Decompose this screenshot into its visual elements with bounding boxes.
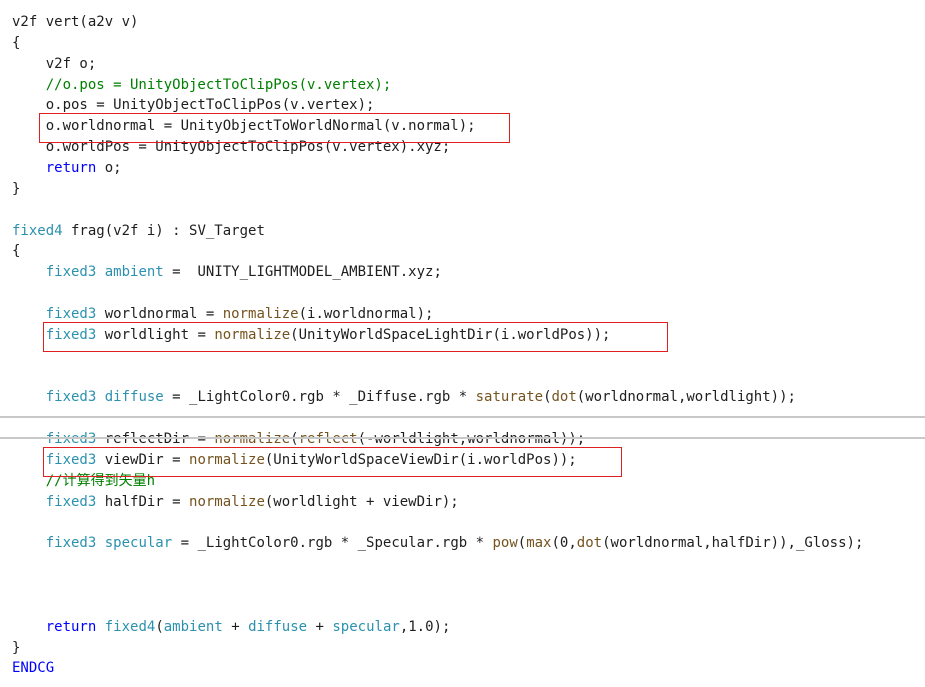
- function-token: normalize: [214, 431, 291, 447]
- code-text: (: [543, 389, 552, 406]
- code-text: (: [290, 431, 299, 447]
- code-text: v2f vert(a2v v): [12, 14, 139, 30]
- code-text: o.worldPos = UnityObjectToClipPos(v.vert…: [12, 139, 451, 156]
- code-text: (-worldlight,worldnormal));: [357, 431, 586, 447]
- code-line: //o.pos = UnityObjectToClipPos(v.vertex)…: [12, 75, 392, 96]
- code-text: (worldlight + viewDir);: [264, 493, 459, 510]
- code-line: o.worldnormal = UnityObjectToWorldNormal…: [12, 116, 476, 137]
- keyword-token: ENDCG: [12, 660, 55, 677]
- type-token: diffuse: [104, 389, 164, 406]
- code-text: (0,: [551, 535, 577, 552]
- code-line: fixed3 halfDir = normalize(worldlight + …: [12, 492, 459, 513]
- code-line: v2f o;: [12, 54, 97, 75]
- code-line: fixed3 diffuse = _LightColor0.rgb * _Dif…: [12, 387, 796, 408]
- code-text: o;: [96, 159, 122, 176]
- code-text: (: [517, 535, 527, 552]
- code-text: ,1.0);: [399, 618, 451, 635]
- code-text: {: [12, 34, 21, 51]
- type-token: specular: [332, 618, 400, 635]
- code-line: fixed3 worldnormal = normalize(i.worldno…: [12, 304, 434, 325]
- type-token: fixed3: [12, 451, 97, 468]
- code-text: {: [12, 243, 21, 260]
- code-text: o.pos = UnityObjectToClipPos(v.vertex);: [12, 97, 375, 114]
- code-text: = _LightColor0.rgb * _Specular.rgb *: [172, 535, 493, 552]
- code-text: +: [307, 618, 333, 635]
- type-token: fixed3: [12, 431, 97, 447]
- code-text: o.worldnormal = UnityObjectToWorldNormal…: [12, 118, 476, 135]
- code-line: fixed4 frag(v2f i) : SV_Target: [12, 221, 265, 242]
- type-token: fixed3: [12, 264, 97, 281]
- function-token: dot: [576, 535, 603, 552]
- code-line: {: [12, 33, 20, 54]
- type-token: fixed3: [12, 535, 97, 552]
- function-token: dot: [551, 389, 577, 406]
- function-token: normalize: [189, 493, 265, 510]
- function-token: normalize: [189, 451, 265, 468]
- code-text: (UnityWorldSpaceViewDir(i.worldPos));: [264, 451, 577, 468]
- code-line: fixed3 specular = _LightColor0.rgb * _Sp…: [12, 533, 864, 554]
- function-token: normalize: [214, 326, 291, 343]
- code-editor[interactable]: v2f vert(a2v v) { v2f o; //o.pos = UnityO…: [0, 0, 925, 687]
- code-text: worldnormal =: [96, 305, 223, 322]
- editor-divider: [0, 437, 925, 439]
- type-token: specular: [104, 535, 173, 552]
- comment-token: //计算得到矢量h: [12, 472, 156, 489]
- type-token: diffuse: [248, 618, 308, 635]
- code-text: }: [12, 180, 21, 197]
- code-text: (: [155, 618, 164, 635]
- type-token: fixed3: [12, 326, 97, 343]
- function-token: saturate: [475, 389, 544, 406]
- code-line: {: [12, 241, 20, 262]
- function-token: max: [526, 535, 552, 552]
- code-text: (i.worldnormal);: [298, 305, 434, 322]
- comment-token: //o.pos = UnityObjectToClipPos(v.vertex)…: [12, 76, 392, 93]
- code-line: v2f vert(a2v v): [12, 12, 138, 33]
- code-text: (worldnormal,worldlight));: [576, 389, 796, 406]
- code-line: fixed3 reflectDir = normalize(reflect(-w…: [12, 429, 586, 450]
- code-line: ENDCG: [12, 658, 54, 679]
- code-text: (UnityWorldSpaceLightDir(i.worldPos));: [290, 326, 611, 343]
- keyword-token: return: [12, 618, 97, 635]
- type-token: fixed4: [104, 618, 156, 635]
- code-text: halfDir =: [96, 493, 190, 510]
- code-text: reflectDir =: [96, 431, 215, 447]
- type-token: fixed3: [12, 493, 97, 510]
- type-token: ambient: [163, 618, 223, 635]
- type-token: fixed4: [12, 222, 63, 239]
- code-text: viewDir =: [96, 451, 190, 468]
- code-text: = _LightColor0.rgb * _Diffuse.rgb *: [163, 389, 476, 406]
- code-line: o.pos = UnityObjectToClipPos(v.vertex);: [12, 95, 375, 116]
- code-text: worldlight =: [96, 326, 215, 343]
- code-line: }: [12, 638, 20, 659]
- code-text: = UNITY_LIGHTMODEL_AMBIENT.xyz;: [163, 264, 442, 281]
- code-text: (worldnormal,halfDir)),_Gloss);: [602, 535, 864, 552]
- keyword-token: return: [12, 159, 97, 176]
- code-text: +: [222, 618, 249, 635]
- code-line: o.worldPos = UnityObjectToClipPos(v.vert…: [12, 137, 451, 158]
- code-line: fixed3 worldlight = normalize(UnityWorld…: [12, 325, 611, 346]
- code-line: return o;: [12, 158, 122, 179]
- function-token: normalize: [222, 305, 299, 322]
- code-line: }: [12, 179, 20, 200]
- editor-divider: [0, 416, 925, 419]
- type-token: ambient: [104, 264, 164, 281]
- type-token: fixed3: [12, 389, 97, 406]
- code-text: frag(v2f i) : SV_Target: [62, 222, 265, 239]
- code-line: fixed3 viewDir = normalize(UnityWorldSpa…: [12, 450, 577, 471]
- code-line: fixed3 ambient = UNITY_LIGHTMODEL_AMBIEN…: [12, 262, 442, 283]
- function-token: reflect: [298, 431, 358, 447]
- code-text: v2f o;: [12, 55, 97, 72]
- function-token: pow: [492, 535, 518, 552]
- code-line: //计算得到矢量h: [12, 471, 155, 492]
- code-line: return fixed4(ambient + diffuse + specul…: [12, 617, 451, 638]
- code-text: }: [12, 639, 21, 656]
- type-token: fixed3: [12, 305, 97, 322]
